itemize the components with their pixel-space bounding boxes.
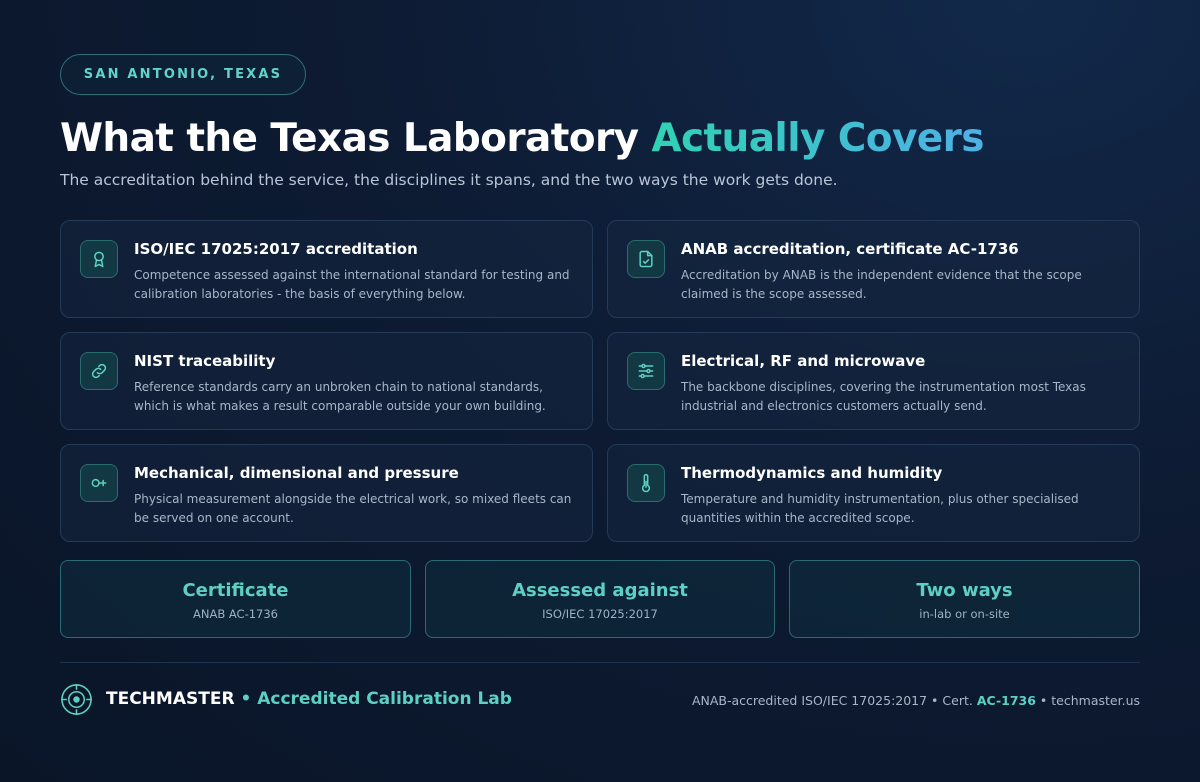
card-thermodynamics: Thermodynamics and humidity Temperature …: [607, 444, 1140, 542]
card-iso-accreditation: ISO/IEC 17025:2017 accreditation Compete…: [60, 220, 593, 318]
gauge-probe-icon: [80, 464, 118, 502]
summary-stats: Certificate ANAB AC-1736 Assessed agains…: [60, 560, 1140, 638]
crosshair-logo-icon: [60, 683, 93, 716]
card-mechanical: Mechanical, dimensional and pressure Phy…: [60, 444, 593, 542]
coverage-grid: ISO/IEC 17025:2017 accreditation Compete…: [60, 220, 1140, 542]
card-electrical-rf: Electrical, RF and microwave The backbon…: [607, 332, 1140, 430]
stat-certificate: Certificate ANAB AC-1736: [60, 560, 411, 638]
brand-wordmark: TECHMASTER • Accredited Calibration Lab: [106, 689, 512, 709]
page-subtitle: The accreditation behind the service, th…: [60, 171, 838, 189]
stat-assessed-against: Assessed against ISO/IEC 17025:2017: [425, 560, 775, 638]
location-badge: SAN ANTONIO, TEXAS: [60, 54, 306, 95]
footer-note: ANAB-accredited ISO/IEC 17025:2017 • Cer…: [691, 693, 1140, 708]
card-anab-accreditation: ANAB accreditation, certificate AC-1736 …: [607, 220, 1140, 318]
stat-two-ways: Two ways in-lab or on-site: [789, 560, 1140, 638]
award-ribbon-icon: [80, 240, 118, 278]
footer-divider: [60, 662, 1140, 663]
thermometer-icon: [627, 464, 665, 502]
sliders-icon: [627, 352, 665, 390]
card-nist-traceability: NIST traceability Reference standards ca…: [60, 332, 593, 430]
chain-link-icon: [80, 352, 118, 390]
page-title: What the Texas Laboratory Actually Cover…: [60, 116, 985, 161]
certificate-document-icon: [627, 240, 665, 278]
